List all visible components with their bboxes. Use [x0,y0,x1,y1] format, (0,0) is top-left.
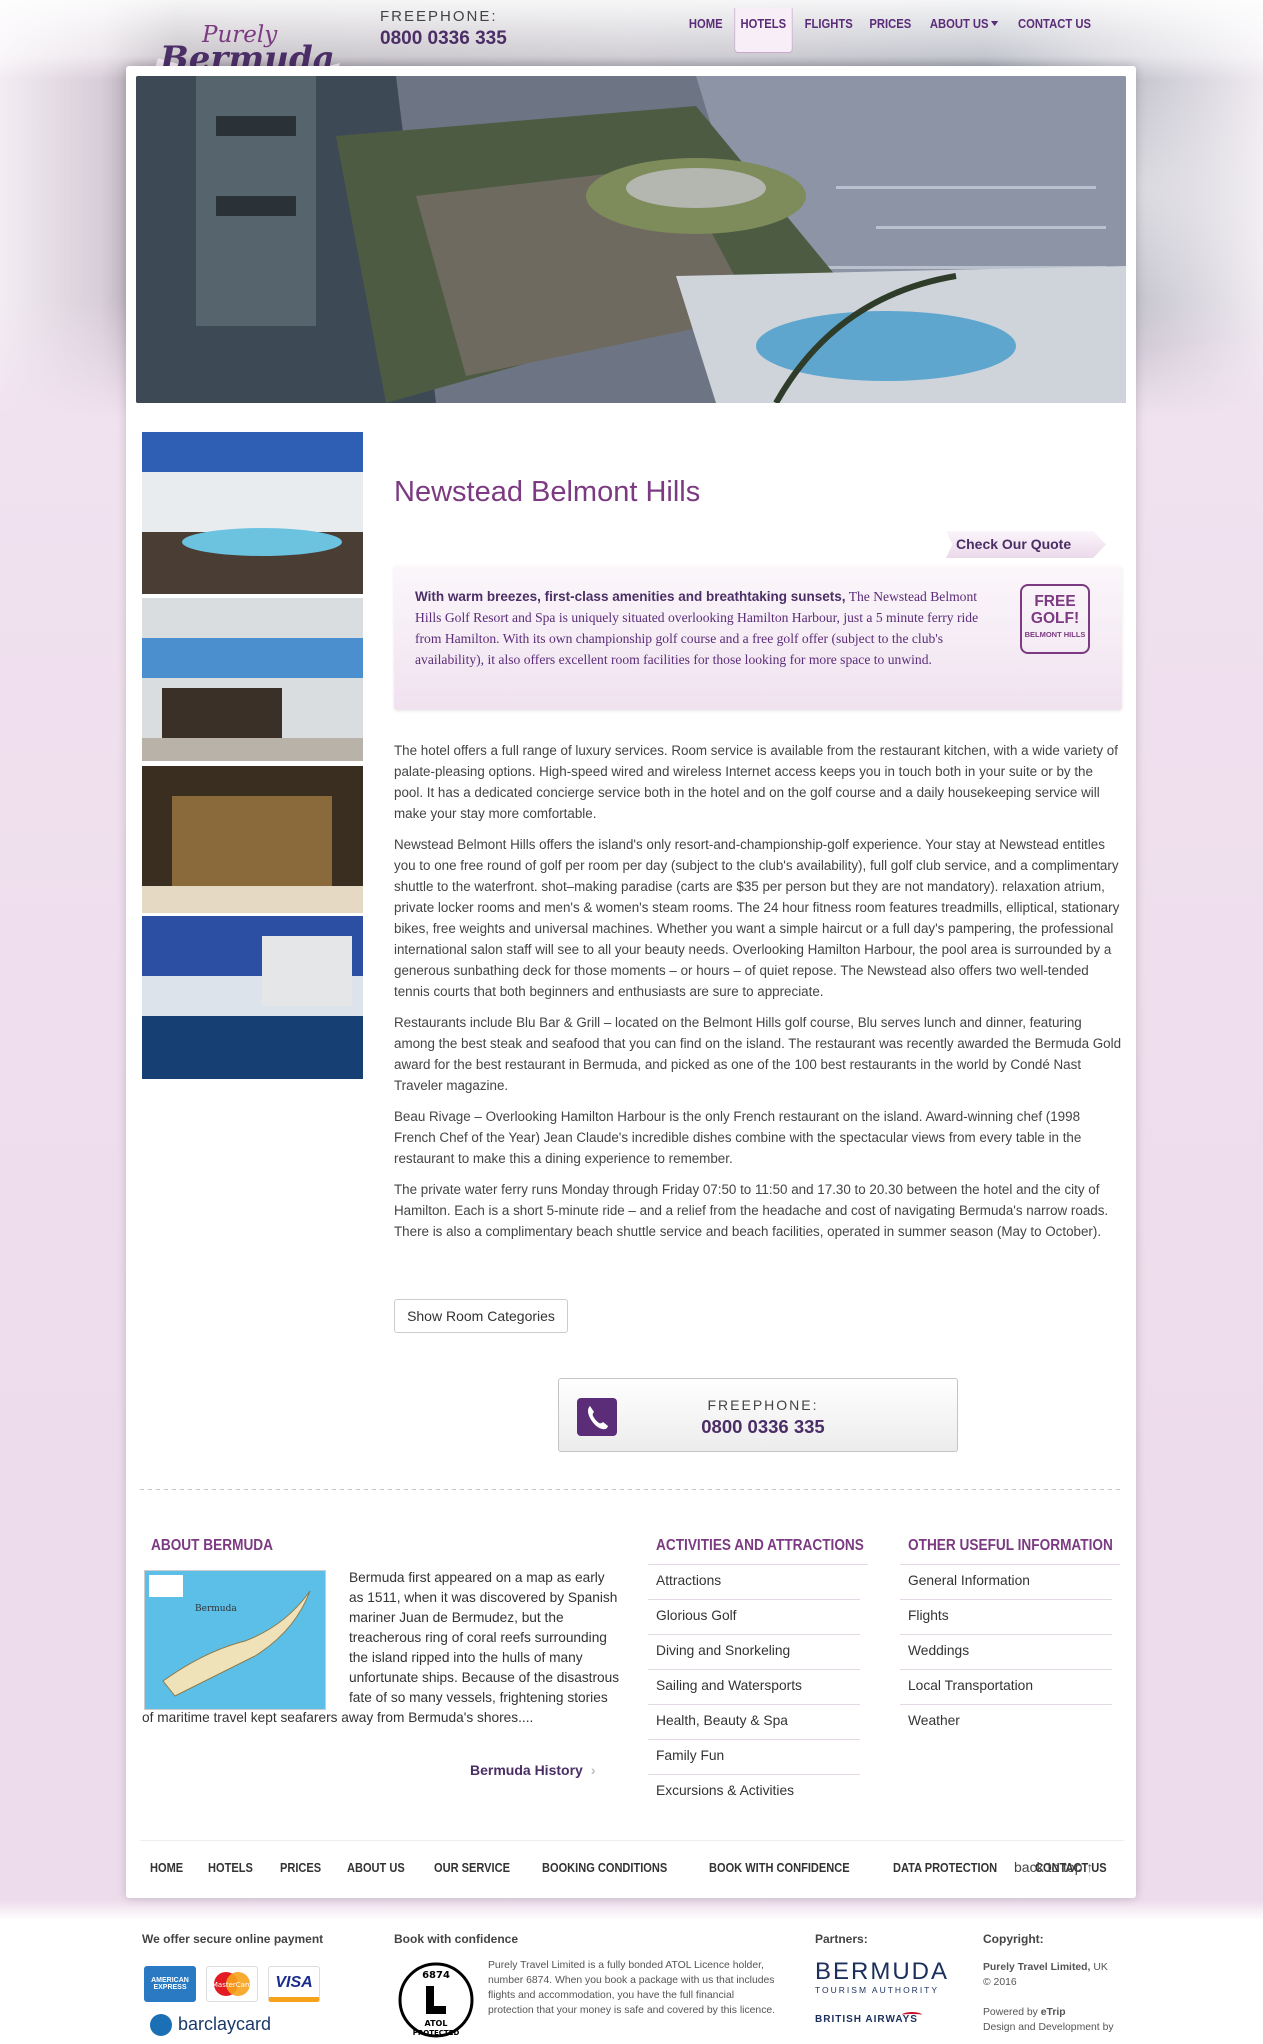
nav-about-us-label: ABOUT US [929,17,989,31]
svg-text:ATOL: ATOL [425,2019,448,2028]
activities-item[interactable]: Health, Beauty & Spa [648,1705,860,1740]
activities-item[interactable]: Attractions [648,1565,860,1600]
freephone-box-label: FREEPHONE: [707,1397,819,1413]
arrow-up-icon: ↑ [1086,1859,1094,1875]
footer-nav-home[interactable]: HOME [150,1860,183,1875]
amex-card-icon: AMERICAN EXPRESS [144,1966,196,2002]
svg-text:PROTECTED: PROTECTED [413,2029,460,2037]
description-paragraph: The private water ferry runs Monday thro… [394,1182,1109,1239]
check-quote-button[interactable]: Check Our Quote [946,531,1106,558]
freephone-label: FREEPHONE: [380,8,498,25]
hotel-intro-text: With warm breezes, first-class amenities… [415,586,1005,670]
other-info-heading: OTHER USEFUL INFORMATION [908,1537,1113,1554]
hotel-photo-1[interactable] [142,432,363,594]
activities-item[interactable]: Glorious Golf [648,1600,860,1635]
bottom-nav-divider [140,1840,1124,1841]
copyright-year: © 2016 [983,1977,1017,1988]
about-map-spacer [142,1568,349,1708]
description-paragraph: Newstead Belmont Hills offers the island… [394,837,1120,999]
other-info-item[interactable]: Local Transportation [900,1670,1112,1705]
payment-heading: We offer secure online payment [142,1932,324,1946]
speedmarque-icon [902,2012,922,2018]
hotel-photo-3[interactable] [142,766,363,913]
hotel-photo-4[interactable] [142,916,363,1079]
activities-list: Attractions Glorious Golf Diving and Sno… [648,1565,860,1810]
footer-nav-about-us[interactable]: ABOUT US [347,1860,405,1875]
bermuda-tourism-subtitle: TOURISM AUTHORITY [815,1985,940,1995]
main-nav: HOME HOTELS FLIGHTS PRICES ABOUT US CONT… [681,8,1101,53]
bermuda-tourism-logo[interactable]: BERMUDA [815,1958,949,1986]
nav-hotels[interactable]: HOTELS [734,8,793,53]
activities-item[interactable]: Diving and Snorkeling [648,1635,860,1670]
powered-by-label: Powered by [983,2007,1038,2018]
footer-nav-data-protection[interactable]: DATA PROTECTION [893,1860,997,1875]
activities-item[interactable]: Sailing and Watersports [648,1670,860,1705]
free-golf-badge: FREE GOLF! BELMONT HILLS [1020,584,1090,654]
nav-contact-us[interactable]: CONTACT US [1013,8,1097,53]
chevron-right-icon: › [590,1762,596,1778]
activities-item[interactable]: Excursions & Activities [648,1775,860,1810]
hotel-intro-lead: With warm breezes, first-class amenities… [415,589,846,604]
visa-card-icon: VISA [268,1966,320,2002]
nav-flights[interactable]: FLIGHTS [799,8,858,53]
company-name: Purely Travel Limited, [983,1962,1091,1973]
other-info-item[interactable]: Weather [900,1705,1112,1740]
copyright-block: Purely Travel Limited, UK © 2016 Powered… [983,1960,1133,2035]
barclaycard-eagle-icon [150,2014,172,2036]
nav-about-us[interactable]: ABOUT US [924,8,1003,53]
svg-text:6874: 6874 [422,1970,450,1981]
nav-home[interactable]: HOME [684,8,729,53]
about-bermuda-text: Bermuda first appeared on a map as early… [142,1568,622,1728]
hotel-intro-box: With warm breezes, first-class amenities… [394,566,1122,710]
other-info-list: General Information Flights Weddings Loc… [900,1565,1112,1740]
back-to-top-label: back to top [1014,1859,1083,1875]
activities-item[interactable]: Family Fun [648,1740,860,1775]
chevron-down-icon [990,21,999,26]
partners-heading: Partners: [815,1932,868,1946]
other-info-item[interactable]: General Information [900,1565,1112,1600]
barclaycard-logo: barclaycard [178,2014,272,2034]
back-to-top-link[interactable]: back to top ↑ [1014,1859,1093,1875]
footer-nav-hotels[interactable]: HOTELS [208,1860,253,1875]
footer-nav: HOME HOTELS PRICES ABOUT US OUR SERVICE … [150,1860,1138,1875]
svg-text:MasterCard: MasterCard [212,1981,252,1989]
hotel-title: Newstead Belmont Hills [394,476,701,508]
design-dev-label: Design and Development by [983,2022,1114,2033]
other-info-item[interactable]: Flights [900,1600,1112,1635]
atol-protected-logo: 6874 ATOL PROTECTED [396,1958,476,2038]
free-golf-badge-subtitle: BELMONT HILLS [1024,630,1086,639]
confidence-heading: Book with confidence [394,1932,519,1946]
footer-divider [140,1489,1124,1490]
description-paragraph: The hotel offers a full range of luxury … [394,743,1118,821]
free-golf-badge-title: FREE GOLF! [1030,593,1080,627]
about-bermuda-heading: ABOUT BERMUDA [151,1537,274,1554]
copyright-heading: Copyright: [983,1932,1044,1946]
freephone-box [558,1378,958,1452]
freephone-box-number[interactable]: 0800 0336 335 [558,1416,968,1438]
other-info-item[interactable]: Weddings [900,1635,1112,1670]
freephone-number[interactable]: 0800 0336 335 [380,28,507,50]
footer-nav-our-service[interactable]: OUR SERVICE [434,1860,510,1875]
hotel-description: The hotel offers a full range of luxury … [394,740,1122,1252]
show-room-categories-button[interactable]: Show Room Categories [394,1299,568,1333]
bermuda-history-link[interactable]: Bermuda History › [470,1762,595,1778]
hotel-hero-image [136,76,1126,403]
hotel-photo-2[interactable] [142,598,363,761]
atol-statement: Purely Travel Limited is a fully bonded … [488,1960,776,2016]
description-paragraph: Beau Rivage – Overlooking Hamilton Harbo… [394,1109,1082,1166]
nav-prices[interactable]: PRICES [864,8,917,53]
mastercard-icon: MasterCard [206,1966,258,2002]
description-paragraph: Restaurants include Blu Bar & Grill – lo… [394,1015,1122,1093]
activities-heading: ACTIVITIES AND ATTRACTIONS [656,1537,864,1554]
footer-nav-booking-conditions[interactable]: BOOKING CONDITIONS [542,1860,667,1875]
company-country: UK [1093,1962,1108,1973]
footer-nav-book-with-confidence[interactable]: BOOK WITH CONFIDENCE [709,1860,850,1875]
bermuda-history-label: Bermuda History [470,1762,583,1778]
powered-by-name[interactable]: eTrip [1041,2007,1066,2018]
footer-nav-prices[interactable]: PRICES [280,1860,321,1875]
